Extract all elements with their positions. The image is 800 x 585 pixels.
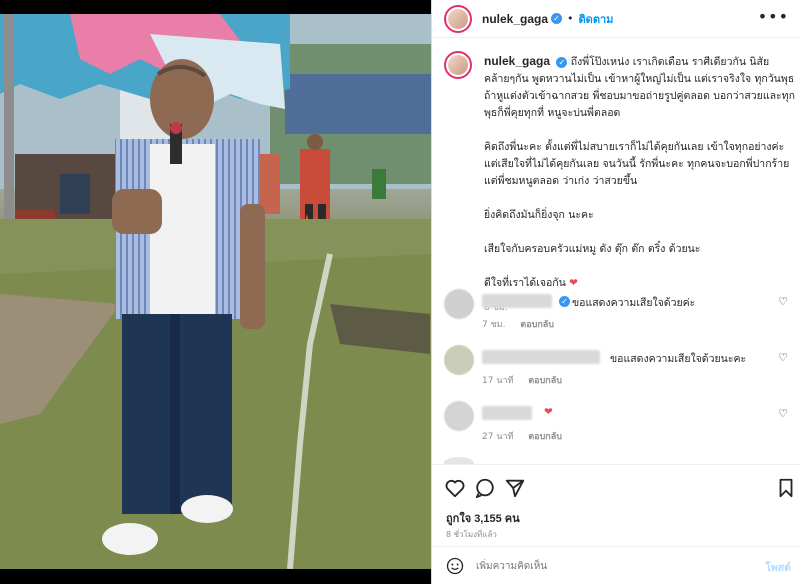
post-actions: ถูกใจ 3,155 คน 8 ชั่วโมงที่แล้ว โพสต์	[432, 464, 800, 584]
post-header: nulek_gaga ✓ • ติดตาม •••	[432, 0, 800, 38]
commenter-username-blurred[interactable]	[482, 406, 532, 420]
comment-item: ❤ 27 นาที ตอบกลับ ♡	[444, 401, 794, 443]
caption-verified-badge-icon: ✓	[556, 56, 568, 68]
add-comment-input[interactable]	[476, 557, 736, 575]
red-heart-icon: ❤	[569, 277, 578, 289]
comment-time: 7 ชม.	[482, 320, 506, 330]
post-photo[interactable]	[0, 14, 431, 569]
next-comment-avatar-partial	[444, 457, 474, 464]
comment-text: ขอแสดงความเสียใจด้วยค่ะ	[572, 297, 696, 309]
add-comment-bar: โพสต์	[432, 546, 800, 585]
bookmark-save-icon[interactable]	[775, 477, 797, 499]
commenter-avatar[interactable]	[444, 401, 474, 431]
separator-dot: •	[567, 12, 574, 25]
commenter-avatar[interactable]	[444, 345, 474, 375]
comment-meta: 17 นาที ตอบกลับ	[482, 373, 574, 387]
comment-heart-emoji-icon: ❤	[544, 406, 553, 418]
like-comment-heart-icon[interactable]: ♡	[778, 407, 788, 420]
comment-time: 27 นาที	[482, 432, 514, 442]
comment-text: ขอแสดงความเสียใจด้วยนะคะ	[610, 353, 747, 365]
comment-item: ขอแสดงความเสียใจด้วยนะคะ 17 นาที ตอบกลับ…	[444, 345, 794, 387]
reply-button[interactable]: ตอบกลับ	[520, 320, 554, 330]
comment-bubble-icon[interactable]	[474, 477, 496, 499]
like-comment-heart-icon[interactable]: ♡	[778, 295, 788, 308]
post-comment-button[interactable]: โพสต์	[765, 559, 791, 576]
caption-body: nulek_gaga ✓ ถึงพี่โป๊งเหน่ง เราเกิดเดือ…	[484, 53, 796, 317]
reply-button[interactable]: ตอบกลับ	[528, 432, 562, 442]
caption-paragraph-1: nulek_gaga ✓ ถึงพี่โป๊งเหน่ง เราเกิดเดือ…	[484, 54, 795, 119]
commenter-verified-badge-icon: ✓	[559, 296, 570, 307]
author-avatar[interactable]	[444, 4, 472, 33]
caption-paragraph-4: เสียใจกับครอบครัวแม่หมู ดัง ตุ๊ก ต๊ก ตริ…	[484, 243, 701, 255]
post-side-panel: nulek_gaga ✓ • ติดตาม ••• nulek_gaga ✓ ถ…	[431, 0, 800, 584]
comment-meta: 27 นาที ตอบกลับ	[482, 429, 574, 443]
comment-item: ✓ ขอแสดงความเสียใจด้วยค่ะ 7 ชม. ตอบกลับ …	[444, 289, 794, 331]
photo-top-bar	[0, 0, 431, 14]
verified-badge-icon: ✓	[551, 13, 563, 24]
caption-paragraph-3: ยิ่งคิดถึงมันก็ยิ่งจุก นะคะ	[484, 209, 594, 221]
more-horizontal-icon[interactable]: •••	[758, 9, 789, 25]
photo-bottom-bar	[0, 569, 431, 584]
photo-illustration	[0, 14, 431, 569]
caption-username[interactable]: nulek_gaga	[484, 54, 550, 68]
likes-count[interactable]: ถูกใจ 3,155 คน	[446, 509, 520, 527]
post-timestamp: 8 ชั่วโมงที่แล้ว	[446, 530, 497, 539]
reply-button[interactable]: ตอบกลับ	[528, 376, 562, 386]
commenter-avatar[interactable]	[444, 289, 474, 319]
caption-author-avatar[interactable]	[444, 51, 472, 79]
like-heart-icon[interactable]	[444, 477, 466, 499]
comments-scroll-area[interactable]: nulek_gaga ✓ ถึงพี่โป๊งเหน่ง เราเกิดเดือ…	[432, 39, 800, 464]
commenter-username-blurred[interactable]	[482, 294, 552, 308]
comment-time: 17 นาที	[482, 376, 514, 386]
emoji-smiley-icon[interactable]	[446, 557, 464, 575]
share-send-icon[interactable]	[504, 477, 526, 499]
commenter-username-blurred[interactable]	[482, 350, 600, 364]
like-comment-heart-icon[interactable]: ♡	[778, 351, 788, 364]
author-username[interactable]: nulek_gaga	[482, 12, 548, 26]
comment-meta: 7 ชม. ตอบกลับ	[482, 317, 566, 331]
follow-button[interactable]: ติดตาม	[579, 10, 614, 28]
caption-paragraph-2: คิดถึงพี่นะคะ ตั้งแต่พี่ไม่สบายเราก็ไม่ไ…	[484, 141, 790, 187]
post-frame: nulek_gaga ✓ • ติดตาม ••• nulek_gaga ✓ ถ…	[0, 0, 800, 584]
